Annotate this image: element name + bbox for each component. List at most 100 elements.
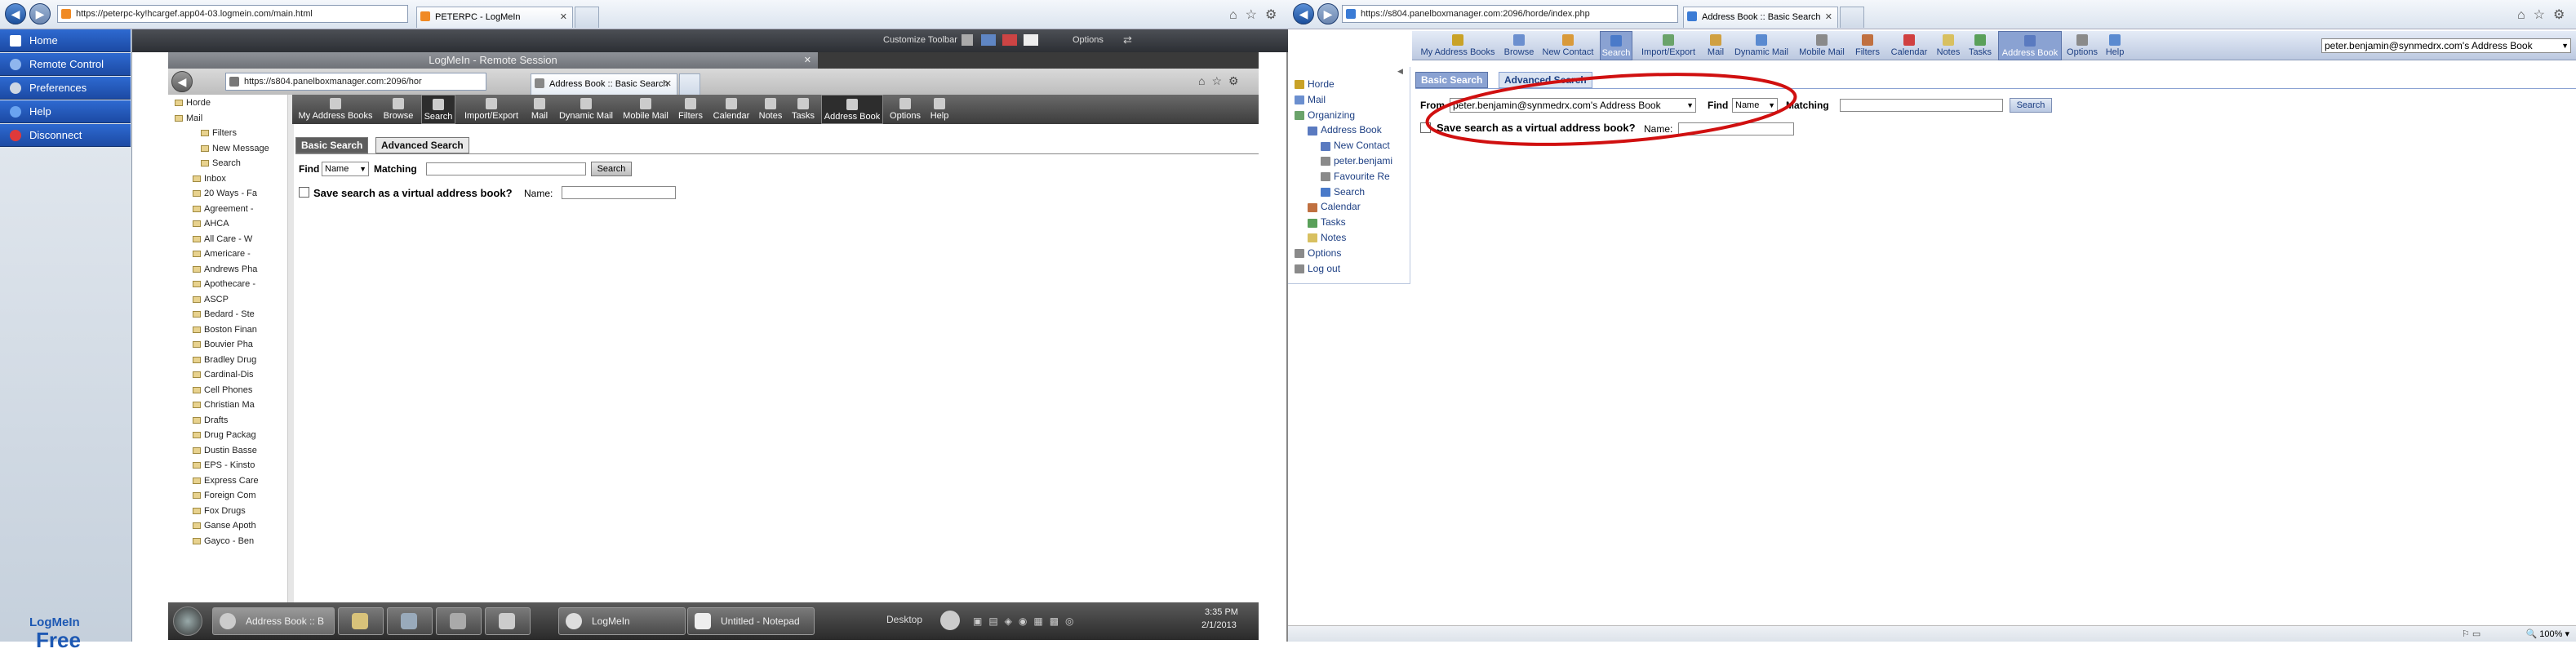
tree-item[interactable]: Address Book <box>1308 124 1382 135</box>
tree-item[interactable]: Cardinal-Dis <box>193 370 254 380</box>
task-camera[interactable] <box>485 607 531 635</box>
tree-item[interactable]: Bouvier Pha <box>193 340 253 349</box>
tree-item[interactable]: Boston Finan <box>193 325 257 335</box>
back-button[interactable]: ◀ <box>5 3 26 24</box>
tree-item[interactable]: Horde <box>1295 78 1335 90</box>
nav-item[interactable]: Address Book <box>821 95 883 124</box>
nav-item[interactable]: Help <box>2103 31 2127 60</box>
arrow-icon[interactable]: ⇄ <box>1123 33 1132 47</box>
home-icon[interactable]: ⌂ <box>1198 74 1211 87</box>
tree-item[interactable]: ASCP <box>193 295 229 304</box>
tree-item[interactable]: Tasks <box>1308 216 1346 228</box>
tree-item[interactable]: Mail <box>175 113 202 123</box>
star-icon[interactable]: ☆ <box>2534 8 2553 22</box>
task-network[interactable] <box>436 607 482 635</box>
address-bar[interactable]: https://peterpc-ky!hcargef.app04-03.logm… <box>57 5 408 23</box>
tree-item[interactable]: Search <box>201 158 241 168</box>
task-notepad[interactable]: Untitled - Notepad <box>687 607 815 635</box>
remote-tab-address-book[interactable]: Address Book :: Basic Search ✕ <box>531 73 677 95</box>
sidebar-item-help[interactable]: Help <box>0 100 131 123</box>
color-icon[interactable] <box>1002 34 1017 46</box>
nav-item[interactable]: Mobile Mail <box>1796 31 1848 60</box>
collapse-sidebar-icon[interactable]: ◀ <box>1397 67 1403 76</box>
tree-item[interactable]: Fox Drugs <box>193 506 246 516</box>
tree-item[interactable]: Options <box>1295 247 1341 259</box>
remote-back-button[interactable]: ◀ <box>171 71 193 92</box>
nav-item[interactable]: Mail <box>1704 31 1727 60</box>
tree-item[interactable]: Gayco - Ben <box>193 536 254 546</box>
sidebar-item-preferences[interactable]: Preferences <box>0 77 131 100</box>
new-tab-button[interactable] <box>575 7 599 28</box>
tree-item[interactable]: Ganse Apoth <box>193 521 256 531</box>
address-bar[interactable]: https://s804.panelboxmanager.com:2096/ho… <box>1342 5 1678 23</box>
tree-item[interactable]: AHCA <box>193 219 229 229</box>
tree-item[interactable]: Foreign Com <box>193 491 256 500</box>
matching-input[interactable] <box>426 162 586 175</box>
nav-item[interactable]: Browse <box>379 95 418 124</box>
tree-item[interactable]: Calendar <box>1308 201 1361 212</box>
tab-peterpc[interactable]: PETERPC - LogMeIn ✕ <box>416 7 573 28</box>
tree-item[interactable]: Organizing <box>1295 109 1355 121</box>
nav-item[interactable]: Search <box>1600 31 1632 60</box>
tree-item[interactable]: Dustin Basse <box>193 446 257 455</box>
tree-item[interactable]: Inbox <box>193 174 226 184</box>
nav-item[interactable]: My Address Books <box>295 95 375 124</box>
nav-item[interactable]: My Address Books <box>1417 31 1499 60</box>
star-icon[interactable]: ☆ <box>1211 74 1228 87</box>
tree-item[interactable]: EPS - Kinsto <box>193 460 255 470</box>
tab-advanced-search[interactable]: Advanced Search <box>375 137 469 153</box>
tab-basic-search[interactable]: Basic Search <box>295 137 369 153</box>
tree-item[interactable]: Bradley Drug <box>193 355 256 365</box>
tree-item[interactable]: Agreement - <box>193 204 254 214</box>
tools-icon[interactable] <box>1024 34 1038 46</box>
sidebar-item-home[interactable]: Home <box>0 29 131 52</box>
zoom-control[interactable]: 🔍 100% ▾ <box>2526 629 2569 639</box>
tree-item[interactable]: Mail <box>1295 94 1326 105</box>
close-tab-icon[interactable]: ✕ <box>560 7 567 27</box>
nav-item[interactable]: Filters <box>1851 31 1884 60</box>
close-session-icon[interactable]: ✕ <box>804 52 811 69</box>
nav-item[interactable]: Help <box>927 95 952 124</box>
close-tab-icon[interactable]: ✕ <box>1825 7 1832 27</box>
virtual-book-name-input[interactable] <box>562 186 676 199</box>
tree-item[interactable]: Filters <box>201 128 237 138</box>
start-button[interactable] <box>173 606 202 636</box>
tree-item[interactable]: Notes <box>1308 232 1346 243</box>
sidebar-item-remote-control[interactable]: Remote Control <box>0 53 131 76</box>
tree-item[interactable]: Drafts <box>193 415 228 425</box>
tree-item[interactable]: New Contact <box>1321 140 1390 151</box>
nav-item[interactable]: Notes <box>1934 31 1962 60</box>
nav-item[interactable]: Import/Export <box>1636 31 1701 60</box>
home-icon[interactable]: ⌂ <box>2517 8 2534 22</box>
tree-item[interactable]: peter.benjami <box>1321 155 1392 167</box>
task-explorer[interactable] <box>338 607 384 635</box>
gear-icon[interactable]: ⚙ <box>2553 8 2573 22</box>
home-icon[interactable]: ⌂ <box>1229 8 1246 22</box>
new-tab-button[interactable] <box>1840 7 1864 28</box>
tree-item[interactable]: All Care - W <box>193 234 252 244</box>
tree-item[interactable]: Log out <box>1295 263 1340 274</box>
nav-item[interactable]: Options <box>886 95 924 124</box>
tree-item[interactable]: Favourite Re <box>1321 171 1390 182</box>
nav-item[interactable]: Tasks <box>788 95 818 124</box>
nav-item[interactable]: Import/Export <box>459 95 524 124</box>
tree-item[interactable]: Americare - <box>193 249 251 259</box>
nav-item[interactable]: Address Book <box>1998 31 2062 60</box>
desktop-toolbar[interactable]: Desktop <box>886 614 922 625</box>
tree-item[interactable]: Drug Packag <box>193 430 256 440</box>
close-tab-icon[interactable]: ✕ <box>664 74 672 94</box>
tree-scrollbar[interactable] <box>287 95 294 602</box>
nav-item[interactable]: Calendar <box>710 95 753 124</box>
tree-item[interactable]: Search <box>1321 186 1365 198</box>
nav-item[interactable]: Calendar <box>1887 31 1931 60</box>
gear-icon[interactable]: ⚙ <box>1265 8 1285 22</box>
remote-new-tab[interactable] <box>679 73 700 95</box>
customize-toolbar-button[interactable]: Customize Toolbar <box>883 35 957 45</box>
tree-item[interactable]: Christian Ma <box>193 400 255 410</box>
toolbar-dropdown-icon[interactable] <box>962 34 973 46</box>
options-button[interactable]: Options <box>1073 35 1104 45</box>
find-field-select[interactable]: Name ▼ <box>322 162 369 176</box>
nav-item[interactable]: Mail <box>527 95 552 124</box>
tree-item[interactable]: New Message <box>201 144 269 153</box>
nav-item[interactable]: Search <box>421 95 455 124</box>
